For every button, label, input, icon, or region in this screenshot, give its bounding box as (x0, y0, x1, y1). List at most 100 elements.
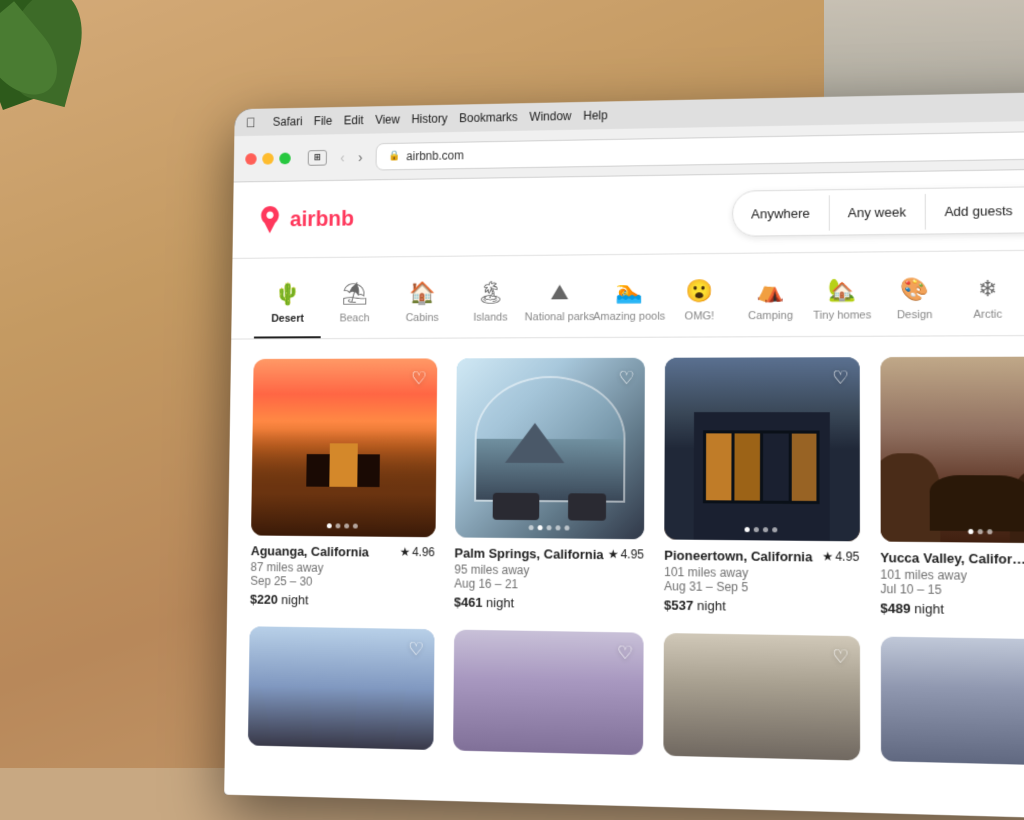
listing-image-2: ♡ (455, 358, 645, 539)
cabins-icon: 🏠 (409, 280, 436, 306)
close-button[interactable] (245, 153, 256, 165)
category-label-amazing-pools: Amazing pools (593, 311, 665, 323)
camping-icon: ⛺ (757, 278, 785, 304)
menu-window[interactable]: Window (529, 109, 571, 124)
add-guests-pill[interactable]: Add guests (926, 192, 1024, 229)
minimize-button[interactable] (262, 152, 274, 164)
islands-icon: 🏝 (477, 280, 505, 306)
category-beach[interactable]: ⛱ Beach (321, 273, 389, 338)
category-amazing-pools[interactable]: 🏊 Amazing pools (594, 271, 664, 337)
omg-icon: 😮 (686, 278, 714, 304)
traffic-lights (245, 152, 291, 164)
category-national-parks[interactable]: ⛰ National parks (525, 271, 595, 337)
favorite-button-5[interactable]: ♡ (408, 639, 424, 660)
url-display: airbnb.com (406, 148, 464, 163)
airbnb-logo-icon (256, 205, 285, 234)
dot (754, 527, 759, 532)
dot (528, 525, 533, 530)
listing-price-2: $461 night (454, 594, 644, 612)
image-dots-4 (968, 529, 992, 534)
dot (745, 527, 750, 532)
nav-buttons: ‹ › (336, 147, 366, 167)
menu-help[interactable]: Help (583, 108, 608, 122)
beach-icon: ⛱ (341, 281, 368, 307)
listing-card-3[interactable]: ♡ Pioneertown, California ★ 4 (664, 357, 860, 615)
favorite-button-3[interactable]: ♡ (832, 367, 849, 388)
listing-card-4[interactable]: ♡ Yucca Valley, Califor… ★ 4.89 (880, 357, 1024, 619)
any-week-pill[interactable]: Any week (829, 193, 925, 230)
category-cabins[interactable]: 🏠 Cabins (388, 272, 457, 337)
favorite-button-2[interactable]: ♡ (619, 368, 635, 389)
menu-view[interactable]: View (375, 113, 400, 127)
desert-icon: 🌵 (275, 282, 301, 308)
listing-location-4: Yucca Valley, Califor… (880, 550, 1024, 567)
listing-top-4: Yucca Valley, Califor… ★ 4.89 (880, 550, 1024, 568)
listing-card-7[interactable]: ♡ (663, 633, 859, 761)
listing-dates-1: Sep 25 – 30 (250, 574, 434, 590)
listing-image-1: ♡ (251, 358, 437, 537)
listing-card-2[interactable]: ♡ Palm Springs, California (454, 358, 645, 613)
address-bar[interactable]: 🔒 airbnb.com ··· (376, 130, 1024, 170)
category-islands[interactable]: 🏝 Islands (456, 272, 525, 338)
image-dots-1 (327, 523, 358, 528)
menu-file[interactable]: File (314, 114, 333, 128)
listing-card-5[interactable]: ♡ (248, 626, 434, 750)
category-label-tiny-homes: Tiny homes (813, 309, 871, 322)
category-design[interactable]: 🎨 Design (878, 268, 951, 336)
listing-rating-2: ★ 4.95 (608, 547, 644, 562)
listing-location-2: Palm Springs, California (454, 545, 603, 562)
category-tiny-homes[interactable]: 🏡 Tiny homes (806, 269, 878, 336)
airbnb-wordmark: airbnb (290, 206, 355, 232)
listing-dates-2: Aug 16 – 21 (454, 576, 644, 593)
dot (327, 523, 332, 528)
menu-bar-items: Safari File Edit View History Bookmarks … (273, 108, 608, 128)
favorite-button-6[interactable]: ♡ (617, 642, 633, 664)
listing-info-3: Pioneertown, California ★ 4.95 101 miles… (664, 539, 860, 615)
category-label-arctic: Arctic (973, 308, 1002, 320)
listing-image-8: ♡ (880, 637, 1024, 767)
anywhere-pill[interactable]: Anywhere (733, 195, 830, 231)
listing-image-4: ♡ (880, 357, 1024, 544)
back-button[interactable]: ‹ (336, 147, 348, 167)
category-label-beach: Beach (339, 312, 369, 324)
listing-dates-4: Jul 10 – 15 (880, 582, 1024, 599)
listing-image-3: ♡ (664, 357, 859, 541)
listing-rating-3: ★ 4.95 (822, 549, 859, 564)
dot (772, 527, 777, 532)
tiny-homes-icon: 🏡 (828, 277, 856, 304)
tab-switcher-icon[interactable]: ⊞ (308, 149, 327, 165)
favorite-button-7[interactable]: ♡ (832, 646, 849, 668)
search-bar[interactable]: Anywhere Any week Add guests 🔍 (732, 186, 1024, 237)
listing-card-6[interactable]: ♡ (453, 630, 644, 756)
dot (336, 523, 341, 528)
menu-edit[interactable]: Edit (344, 113, 364, 127)
favorite-button-1[interactable]: ♡ (411, 368, 427, 389)
dot (353, 524, 358, 529)
forward-button[interactable]: › (354, 147, 366, 167)
category-label-islands: Islands (473, 312, 507, 324)
listing-location-1: Aguanga, California (251, 543, 369, 559)
plant-decoration (0, 0, 140, 140)
menu-bookmarks[interactable]: Bookmarks (459, 110, 518, 125)
category-arctic[interactable]: ❄ Arctic (951, 267, 1024, 335)
category-label-desert: Desert (271, 313, 304, 325)
category-label-design: Design (897, 309, 933, 321)
listing-image-7: ♡ (663, 633, 859, 761)
maximize-button[interactable] (279, 152, 291, 164)
category-label-national-parks: National parks (525, 311, 595, 323)
listing-info-2: Palm Springs, California ★ 4.95 95 miles… (454, 537, 644, 612)
listing-rating-1: ★ 4.96 (400, 545, 435, 559)
listing-top-3: Pioneertown, California ★ 4.95 (664, 548, 859, 565)
listing-card-1[interactable]: ♡ Aguanga, California ★ 4.96 (250, 358, 437, 609)
listing-location-3: Pioneertown, California (664, 548, 812, 565)
airbnb-logo: airbnb (256, 204, 355, 234)
category-camping[interactable]: ⛺ Camping (735, 269, 806, 336)
amazing-pools-icon: 🏊 (615, 279, 643, 305)
category-nav: 🌵 Desert ⛱ Beach 🏠 Cabins 🏝 Islands (231, 250, 1024, 339)
listing-card-8[interactable]: ♡ (880, 637, 1024, 767)
category-desert[interactable]: 🌵 Desert (254, 274, 322, 339)
menu-history[interactable]: History (411, 112, 447, 126)
category-omg[interactable]: 😮 OMG! (664, 270, 735, 337)
laptop-wrapper:  Safari File Edit View History Bookmark… (121, 43, 991, 764)
menu-safari[interactable]: Safari (273, 115, 303, 129)
